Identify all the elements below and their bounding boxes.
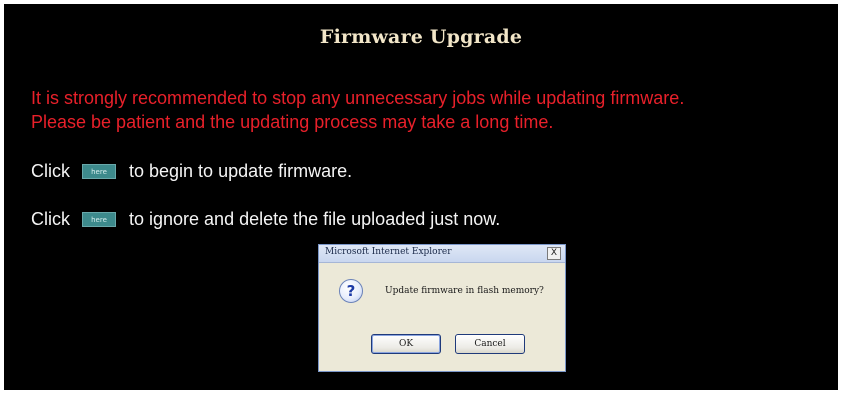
update-instruction-text: to begin to update firmware.	[129, 161, 353, 181]
update-firmware-row: Click here to begin to update firmware.	[31, 161, 352, 182]
confirm-dialog: Microsoft Internet Explorer X ? Update f…	[318, 244, 566, 372]
dialog-title: Microsoft Internet Explorer	[325, 247, 452, 257]
close-button[interactable]: X	[547, 247, 561, 260]
dialog-message: Update firmware in flash memory?	[385, 286, 544, 296]
firmware-upgrade-page: Firmware Upgrade It is strongly recommen…	[4, 4, 838, 390]
dialog-titlebar[interactable]: Microsoft Internet Explorer X	[319, 245, 565, 263]
ignore-delete-button[interactable]: here	[82, 212, 116, 227]
click-label: Click	[31, 209, 70, 229]
ok-button[interactable]: OK	[371, 334, 441, 354]
page-title: Firmware Upgrade	[319, 26, 523, 48]
cancel-button[interactable]: Cancel	[455, 334, 525, 354]
click-label: Click	[31, 161, 70, 181]
begin-update-button[interactable]: here	[82, 164, 116, 179]
warning-text: Please be patient and the updating proce…	[31, 112, 554, 132]
warning-text: It is strongly recommended to stop any u…	[31, 88, 685, 108]
ignore-instruction-text: to ignore and delete the file uploaded j…	[129, 209, 501, 229]
question-icon: ?	[339, 279, 363, 303]
ignore-upload-row: Click here to ignore and delete the file…	[31, 209, 500, 230]
